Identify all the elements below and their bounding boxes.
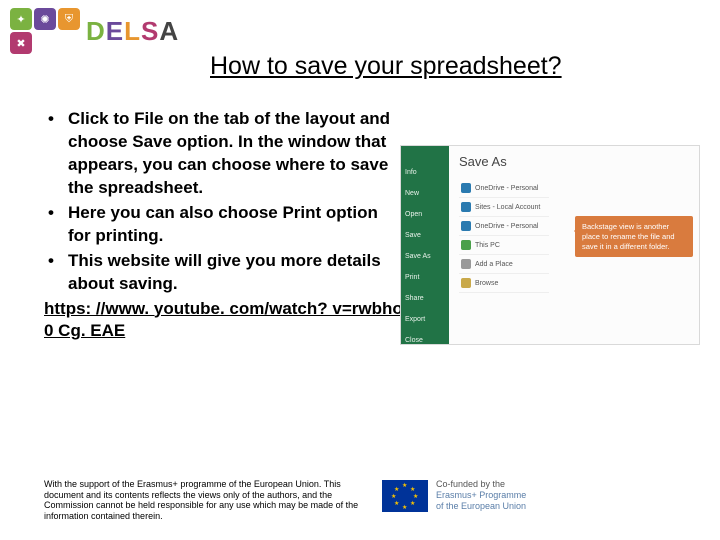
eu-line3: of the European Union [436, 501, 526, 512]
excel-save-as-screenshot: Info New Open Save Save As Print Share E… [400, 145, 700, 345]
star-icon: ★ [391, 493, 396, 500]
save-entry-label: This PC [475, 242, 500, 249]
chain-icon: ✖ [10, 32, 32, 54]
pc-icon [461, 240, 471, 250]
sidebar-item-save: Save [401, 229, 449, 242]
logo-letter-a: A [159, 16, 179, 46]
star-icon: ★ [402, 504, 407, 511]
save-locations: OneDrive - Personal Sites - Local Accoun… [459, 179, 549, 293]
logo-letter-d: D [86, 16, 106, 46]
save-entry-onedrive2: OneDrive - Personal [459, 217, 549, 236]
disclaimer-text: With the support of the Erasmus+ program… [44, 479, 364, 522]
logo-tiles: ✦ ✺ ⛨ ✖ [10, 8, 80, 54]
footer: With the support of the Erasmus+ program… [44, 479, 684, 522]
save-entry-thispc: This PC [459, 236, 549, 255]
delsa-logo: ✦ ✺ ⛨ ✖ DELSA [10, 8, 179, 54]
sidebar-item-open: Open [401, 208, 449, 221]
sidebar-item-new: New [401, 187, 449, 200]
eu-cofunded-block: ★ ★ ★ ★ ★ ★ ★ ★ Co-funded by the Erasmus… [382, 479, 526, 513]
bullet-2: Here you can also choose Print option fo… [44, 202, 404, 248]
save-entry-label: Add a Place [475, 261, 513, 268]
save-entry-addplace: Add a Place [459, 255, 549, 274]
star-icon: ★ [394, 486, 399, 493]
sidebar-item-print: Print [401, 271, 449, 284]
eu-flag-icon: ★ ★ ★ ★ ★ ★ ★ ★ [382, 480, 428, 512]
cloud-icon [461, 183, 471, 193]
save-entry-label: OneDrive - Personal [475, 223, 538, 230]
folder-icon [461, 278, 471, 288]
star-icon: ★ [413, 493, 418, 500]
plus-icon [461, 259, 471, 269]
puzzle-icon: ✦ [10, 8, 32, 30]
cloud-icon [461, 202, 471, 212]
logo-letter-e: E [106, 16, 124, 46]
bullet-3: This website will give you more details … [44, 250, 404, 296]
sidebar-item-export: Export [401, 313, 449, 326]
bulb-icon: ✺ [34, 8, 56, 30]
save-entry-label: Sites - Local Account [475, 204, 540, 211]
star-icon: ★ [402, 482, 407, 489]
star-icon: ★ [410, 500, 415, 507]
backstage-callout: Backstage view is another place to renam… [575, 216, 693, 257]
star-icon: ★ [410, 486, 415, 493]
excel-sidebar: Info New Open Save Save As Print Share E… [401, 146, 449, 344]
logo-text: DELSA [86, 16, 179, 47]
excel-main-panel: Save As OneDrive - Personal Sites - Loca… [449, 146, 699, 344]
youtube-link[interactable]: https: //www. youtube. com/watch? v=rwbh… [44, 298, 404, 344]
save-entry-sites: Sites - Local Account [459, 198, 549, 217]
eu-text: Co-funded by the Erasmus+ Programme of t… [436, 479, 526, 513]
shield-icon: ⛨ [58, 8, 80, 30]
save-entry-browse: Browse [459, 274, 549, 293]
bullet-1: Click to File on the tab of the layout a… [44, 108, 404, 200]
star-icon: ★ [394, 500, 399, 507]
logo-letter-l: L [124, 16, 141, 46]
sidebar-item-info: Info [401, 166, 449, 179]
save-entry-label: OneDrive - Personal [475, 185, 538, 192]
sidebar-item-close: Close [401, 334, 449, 347]
sidebar-item-share: Share [401, 292, 449, 305]
eu-line1: Co-funded by the [436, 479, 526, 490]
cloud-icon [461, 221, 471, 231]
save-entry-onedrive: OneDrive - Personal [459, 179, 549, 198]
eu-line2: Erasmus+ Programme [436, 490, 526, 501]
sidebar-item-saveas: Save As [401, 250, 449, 263]
save-as-heading: Save As [459, 154, 689, 169]
save-entry-label: Browse [475, 280, 498, 287]
logo-letter-s: S [141, 16, 159, 46]
content-block: Click to File on the tab of the layout a… [44, 108, 404, 343]
page-title: How to save your spreadsheet? [210, 52, 562, 81]
